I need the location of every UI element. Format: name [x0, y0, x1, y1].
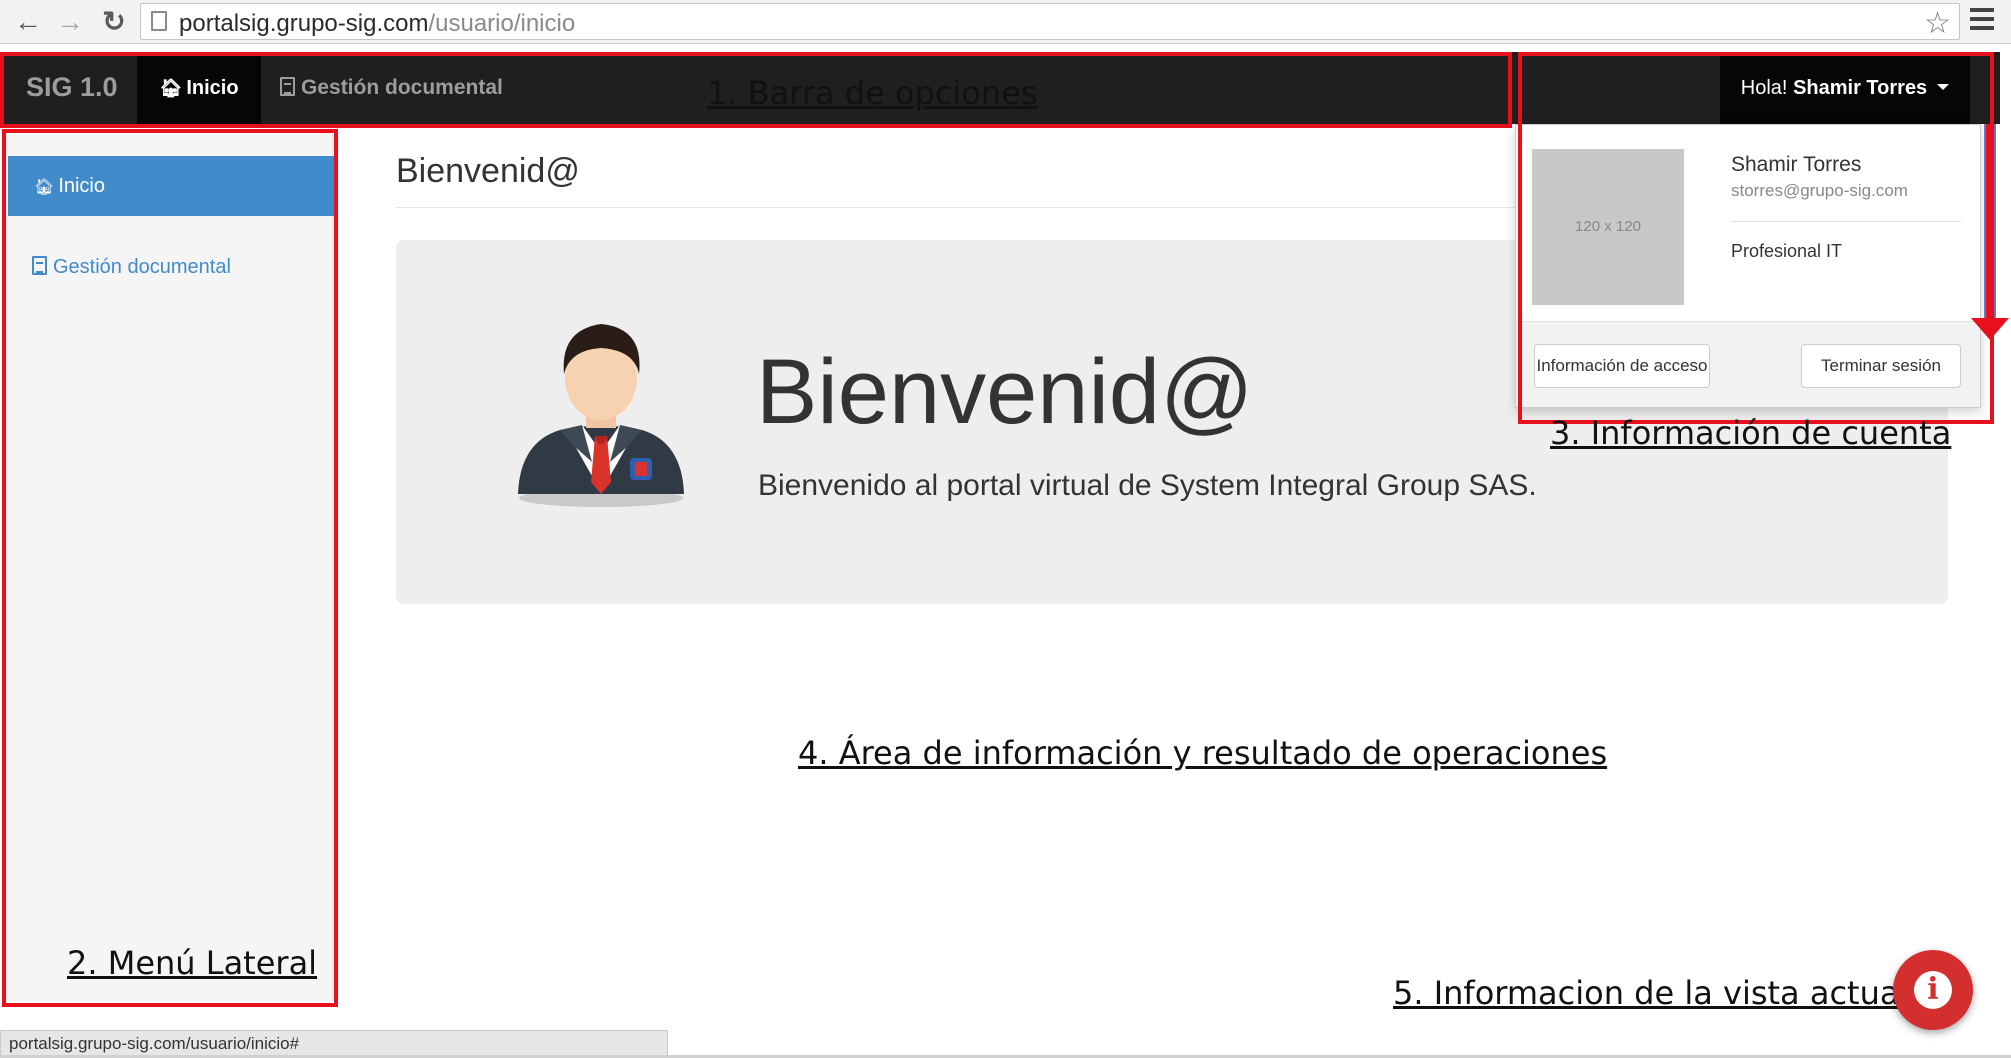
annotation-account-info: 3. Información de cuenta: [1550, 414, 1952, 452]
annotation-options-bar: 1. Barra de opciones: [707, 74, 1038, 112]
title-divider: [396, 207, 1516, 208]
reload-icon[interactable]: ↻: [98, 6, 130, 38]
url-host: portalsig.grupo-sig.com: [179, 10, 429, 37]
browser-menu-icon[interactable]: [1970, 8, 1994, 34]
url-path: /usuario/inicio: [428, 10, 576, 37]
bookmark-star-icon[interactable]: ☆: [1924, 6, 1951, 41]
highlight-side-menu: [2, 129, 338, 1007]
down-arrow-icon: [1971, 318, 2009, 340]
annotation-side-menu: 2. Menú Lateral: [67, 944, 318, 982]
page-icon: [151, 11, 167, 31]
forward-arrow-icon[interactable]: →: [54, 6, 86, 38]
down-arrow-shaft: [1984, 124, 1996, 324]
info-icon: i: [1914, 971, 1952, 1009]
businessman-avatar-icon: [518, 324, 684, 507]
page-title: Bienvenid@: [396, 152, 580, 190]
jumbotron-text: Bienvenido al portal virtual de System I…: [758, 469, 1537, 502]
help-button[interactable]: i: [1893, 950, 1973, 1030]
back-arrow-icon[interactable]: ←: [12, 6, 44, 38]
annotation-info-area: 4. Área de información y resultado de op…: [798, 734, 1608, 772]
jumbotron-heading: Bienvenid@: [756, 341, 1254, 443]
browser-toolbar: ← → ↻ portalsig.grupo-sig.com/usuario/in…: [0, 0, 2011, 44]
address-bar[interactable]: portalsig.grupo-sig.com/usuario/inicio ☆: [140, 3, 1960, 40]
annotation-current-view: 5. Informacion de la vista actual: [1393, 974, 1909, 1012]
status-bar: portalsig.grupo-sig.com/usuario/inicio#: [0, 1030, 668, 1058]
url-text[interactable]: portalsig.grupo-sig.com/usuario/inicio: [179, 10, 575, 38]
highlight-account-info: [1518, 52, 1994, 424]
